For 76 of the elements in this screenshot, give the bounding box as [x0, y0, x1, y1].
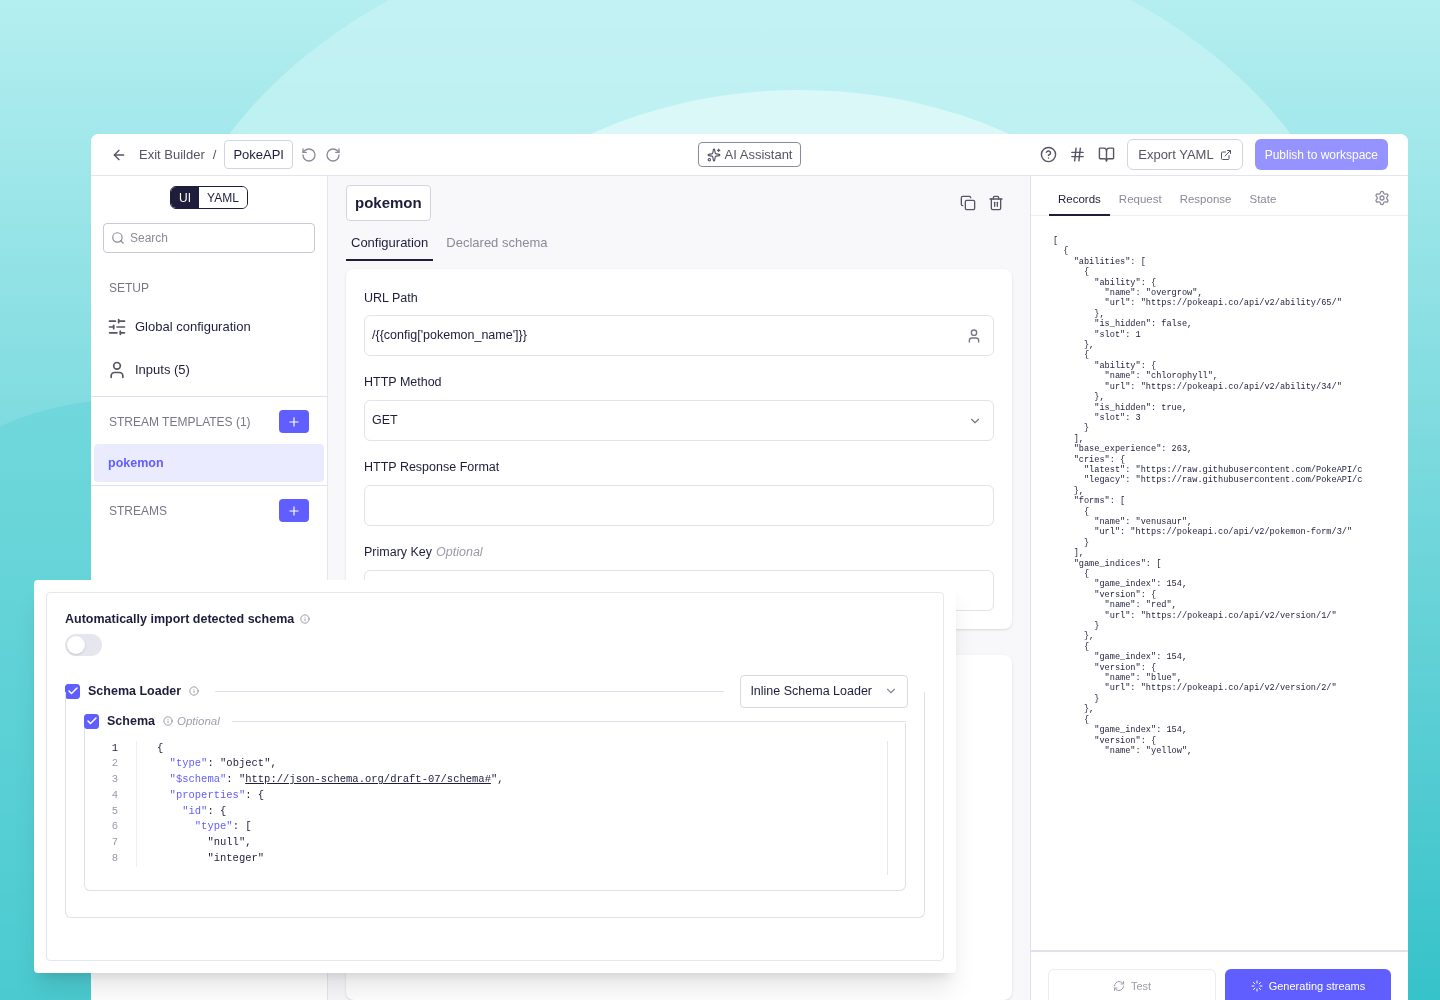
external-link-icon	[1219, 148, 1232, 161]
section-heading: STREAMS	[109, 502, 167, 520]
settings-icon[interactable]	[1374, 189, 1390, 206]
preview-tab[interactable]: Records	[1049, 185, 1110, 216]
user-icon	[966, 327, 982, 344]
schema-loader-label: Schema Loader	[88, 682, 182, 700]
generate-streams-button[interactable]: Generating streams	[1225, 969, 1391, 1000]
redo-icon[interactable]	[324, 146, 341, 163]
view-toggle-tab[interactable]: UI	[171, 187, 200, 208]
preview-tab[interactable]: State	[1240, 185, 1286, 216]
export-yaml-button[interactable]: Export YAML	[1127, 139, 1243, 170]
sidebar-item[interactable]: Inputs (5)	[107, 360, 311, 380]
trash-icon[interactable]	[988, 195, 1004, 211]
stream-item[interactable]: pokemon	[94, 444, 324, 482]
undo-icon[interactable]	[300, 146, 317, 163]
records-json: [ { "abilities": [ { "ability": { "name": "overgrow", "url": "https://pokeapi.co/api/v2/ability/65/" }, "is_hidden": false, "slot": 1 }, { "ability": { "name": "chlorophyll", "url": "https://pokeapi.co/api/v2/ability/34/" }, "is_hidden": true, "slot": 3 } ], "base_experience": 263, "cries": { "latest": "https://raw.githubusercontent.com/PokeAPI/c "legacy": "https://raw.githubusercontent.com/PokeAPI/c }, "forms": [ { "name": "venusaur", "url": "https://pokeapi.co/api/v2/pokemon-form/3/" } ], "game_indices": [ { "game_index": 154, "version": { "name": "red", "url": "https://pokeapi.co/api/v2/version/1/" } }, { "game_index": 154, "version": { "name": "blue", "url": "https://pokeapi.co/api/v2/version/2/" } }, { "game_index": 154, "version": { "name": "yellow",	[1052, 235, 1364, 758]
loader-type-select[interactable]: Inline Schema Loader	[740, 674, 908, 708]
code-line: "id": {	[136, 803, 227, 820]
setting-label: Automatically import detected schema	[65, 611, 295, 628]
info-icon	[189, 686, 200, 697]
user-icon	[107, 360, 127, 380]
exit-builder-link[interactable]: Exit Builder	[139, 144, 205, 165]
section-heading: STREAM TEMPLATES (1)	[109, 413, 251, 431]
optional-hint: Optional	[436, 544, 483, 559]
code-line: "integer"	[136, 851, 265, 867]
spinner-icon	[1250, 980, 1263, 992]
checkbox[interactable]	[84, 713, 99, 729]
field-label: HTTP Response Format	[364, 460, 500, 474]
line-number: 2	[110, 756, 119, 772]
code-line: "type": "object",	[136, 756, 277, 773]
field-label: URL Path	[364, 290, 418, 305]
method-select[interactable]: GET	[364, 400, 994, 441]
line-number: 5	[110, 803, 119, 819]
editor-tab[interactable]: Configuration	[346, 233, 434, 261]
sparkle-icon	[706, 147, 721, 162]
help-icon[interactable]	[1040, 146, 1058, 163]
optional-hint: Optional	[176, 713, 220, 729]
line-number: 8	[110, 851, 119, 867]
code-line: {	[136, 740, 164, 757]
line-number: 4	[110, 787, 119, 803]
preview-tab[interactable]: Request	[1109, 185, 1171, 216]
refresh-icon	[1112, 980, 1125, 992]
field-label: Primary Key	[364, 544, 433, 559]
add-button[interactable]	[279, 410, 309, 433]
field-label: HTTP Method	[364, 375, 442, 390]
stream-name-field[interactable]: pokemon	[346, 185, 431, 221]
book-icon[interactable]	[1098, 146, 1116, 163]
ai-assistant-button[interactable]: AI Assistant	[697, 141, 802, 168]
plus-icon	[287, 414, 301, 429]
breadcrumb-separator: /	[212, 145, 217, 164]
sliders-icon	[107, 317, 127, 337]
code-line: "properties": {	[136, 787, 265, 804]
search-field[interactable]: Search	[103, 223, 315, 253]
plus-icon	[287, 503, 301, 518]
code-line: "$schema": "http://json-schema.org/draft-07/schema#",	[136, 772, 504, 788]
add-button[interactable]	[279, 499, 309, 522]
line-number: 3	[110, 772, 119, 788]
preview-tab[interactable]: Response	[1170, 185, 1241, 216]
copy-icon[interactable]	[960, 195, 976, 211]
line-number: 1	[110, 740, 119, 756]
checkbox[interactable]	[65, 683, 80, 699]
code-line: "null",	[136, 835, 252, 852]
code-line: "type": [	[136, 819, 252, 836]
text-field[interactable]: /{{config['pokemon_name']}}	[364, 315, 994, 357]
sidebar-item[interactable]: Global configuration	[107, 317, 311, 337]
section-heading: SETUP	[108, 280, 150, 297]
toggle-switch[interactable]	[65, 633, 102, 656]
hash-icon[interactable]	[1069, 146, 1087, 163]
text-field[interactable]	[364, 484, 994, 526]
project-name-button[interactable]: PokeAPI	[224, 139, 293, 170]
search-icon	[111, 231, 125, 245]
schema-label: Schema	[107, 712, 155, 730]
line-number: 7	[110, 835, 119, 851]
line-number: 6	[110, 819, 119, 835]
info-icon	[162, 716, 173, 727]
info-icon	[300, 614, 311, 625]
